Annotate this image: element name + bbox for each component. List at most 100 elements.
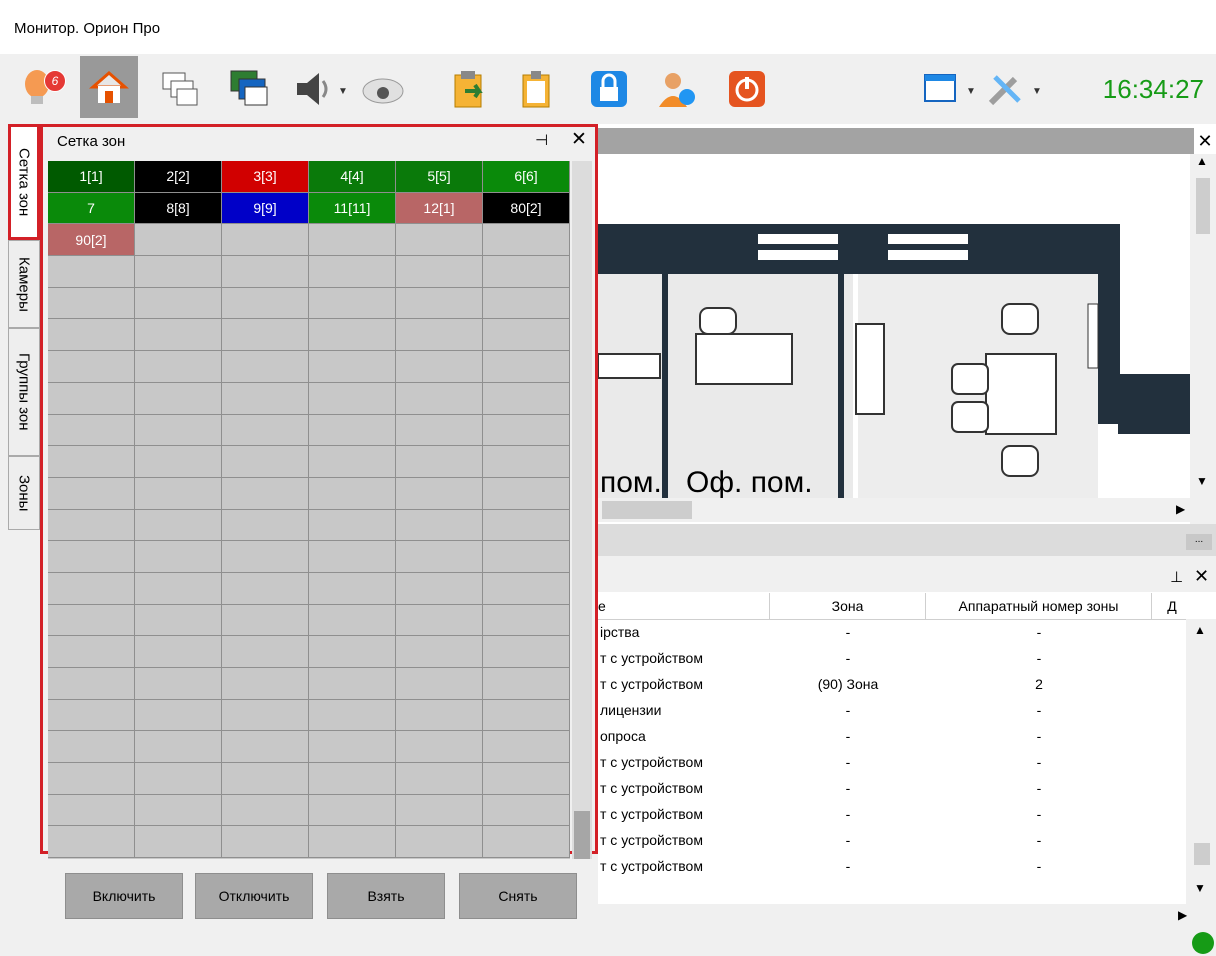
empty-zone-cell[interactable] (222, 699, 309, 732)
empty-zone-cell[interactable] (222, 287, 309, 320)
empty-zone-cell[interactable] (135, 541, 222, 573)
tab-zone-groups[interactable]: Группы зон (8, 328, 40, 456)
scrollbar-thumb[interactable] (1194, 843, 1210, 865)
tab-zone-grid[interactable]: Сетка зон (8, 124, 40, 240)
zone-cell[interactable]: 80[2] (483, 192, 570, 225)
close-icon[interactable]: ✕ (571, 128, 587, 151)
empty-zone-cell[interactable] (222, 541, 309, 573)
empty-zone-cell[interactable] (396, 256, 483, 288)
empty-zone-cell[interactable] (483, 636, 570, 668)
zone-cell[interactable]: 5[5] (396, 161, 483, 193)
empty-zone-cell[interactable] (483, 382, 570, 415)
empty-zone-cell[interactable] (48, 699, 135, 732)
empty-zone-cell[interactable] (396, 763, 483, 795)
zone-cell[interactable]: 8[8] (135, 192, 222, 225)
empty-zone-cell[interactable] (396, 794, 483, 827)
empty-zone-cell[interactable] (309, 794, 396, 827)
empty-zone-cell[interactable] (309, 414, 396, 447)
empty-zone-cell[interactable] (309, 319, 396, 352)
empty-zone-cell[interactable] (135, 319, 222, 352)
empty-zone-cell[interactable] (309, 731, 396, 764)
empty-zone-cell[interactable] (309, 287, 396, 320)
empty-zone-cell[interactable] (135, 477, 222, 510)
scrollbar-thumb[interactable] (602, 501, 692, 519)
empty-zone-cell[interactable] (135, 382, 222, 415)
disarm-button[interactable]: Снять (459, 873, 577, 919)
event-row[interactable]: т с устройством - - (598, 749, 1186, 775)
empty-zone-cell[interactable] (48, 509, 135, 542)
empty-zone-cell[interactable] (48, 541, 135, 573)
empty-zone-cell[interactable] (483, 699, 570, 732)
empty-zone-cell[interactable] (48, 287, 135, 320)
close-icon[interactable]: ✕ (1194, 128, 1216, 154)
more-button[interactable]: ... (1186, 534, 1212, 550)
column-event[interactable]: е (598, 593, 770, 619)
zone-cell[interactable]: 9[9] (222, 192, 309, 225)
tab-cameras[interactable]: Камеры (8, 240, 40, 328)
export-icon[interactable] (446, 66, 492, 112)
settings-dropdown-arrow[interactable]: ▼ (1032, 86, 1042, 97)
empty-zone-cell[interactable] (483, 351, 570, 383)
event-row[interactable]: лицензии - - (598, 697, 1186, 723)
empty-zone-cell[interactable] (483, 572, 570, 605)
empty-zone-cell[interactable] (483, 287, 570, 320)
empty-zone-cell[interactable] (48, 763, 135, 795)
event-row[interactable]: т с устройством - - (598, 853, 1186, 879)
empty-zone-cell[interactable] (396, 509, 483, 542)
empty-zone-cell[interactable] (309, 541, 396, 573)
empty-zone-cell[interactable] (309, 636, 396, 668)
empty-zone-cell[interactable] (48, 572, 135, 605)
empty-zone-cell[interactable] (483, 826, 570, 859)
empty-zone-cell[interactable] (222, 256, 309, 288)
empty-zone-cell[interactable] (135, 826, 222, 859)
event-row[interactable]: ірства - - (598, 619, 1186, 645)
empty-zone-cell[interactable] (396, 287, 483, 320)
empty-zone-cell[interactable] (396, 446, 483, 478)
sound-icon[interactable] (290, 66, 336, 112)
empty-zone-cell[interactable] (483, 224, 570, 257)
zone-cell[interactable]: 3[3] (222, 161, 309, 193)
event-row[interactable]: т с устройством - - (598, 827, 1186, 853)
empty-zone-cell[interactable] (48, 382, 135, 415)
empty-zone-cell[interactable] (222, 224, 309, 257)
empty-zone-cell[interactable] (222, 636, 309, 668)
windows-icon[interactable] (156, 66, 202, 112)
zone-cell[interactable]: 2[2] (135, 161, 222, 193)
zone-cell[interactable]: 4[4] (309, 161, 396, 193)
empty-zone-cell[interactable] (135, 256, 222, 288)
pin-icon[interactable]: ⊣ (535, 131, 548, 149)
empty-zone-cell[interactable] (48, 256, 135, 288)
layout-dropdown-arrow[interactable]: ▼ (966, 86, 976, 97)
empty-zone-cell[interactable] (396, 382, 483, 415)
empty-zone-cell[interactable] (396, 636, 483, 668)
empty-zone-cell[interactable] (309, 604, 396, 637)
empty-zone-cell[interactable] (222, 509, 309, 542)
empty-zone-cell[interactable] (48, 668, 135, 700)
empty-zone-cell[interactable] (396, 319, 483, 352)
pin-icon[interactable]: ⊥ (1170, 568, 1183, 586)
empty-zone-cell[interactable] (135, 636, 222, 668)
empty-zone-cell[interactable] (396, 414, 483, 447)
empty-zone-cell[interactable] (135, 699, 222, 732)
empty-zone-cell[interactable] (48, 731, 135, 764)
floor-plan[interactable]: пом. Оф. пом. (598, 154, 1190, 498)
scrollbar-thumb[interactable] (1196, 178, 1210, 234)
empty-zone-cell[interactable] (396, 351, 483, 383)
empty-zone-cell[interactable] (48, 794, 135, 827)
column-more[interactable]: Д (1152, 593, 1192, 619)
empty-zone-cell[interactable] (222, 446, 309, 478)
window-layout-icon[interactable] (918, 66, 964, 112)
empty-zone-cell[interactable] (483, 319, 570, 352)
zone-cell[interactable]: 7 (48, 192, 135, 225)
camera-icon[interactable] (360, 66, 406, 112)
empty-zone-cell[interactable] (483, 604, 570, 637)
empty-zone-cell[interactable] (135, 572, 222, 605)
empty-zone-cell[interactable] (483, 794, 570, 827)
scroll-right-icon[interactable]: ▶ (1176, 502, 1185, 516)
event-row[interactable]: т с устройством - - (598, 645, 1186, 671)
empty-zone-cell[interactable] (48, 826, 135, 859)
empty-zone-cell[interactable] (48, 604, 135, 637)
empty-zone-cell[interactable] (222, 572, 309, 605)
event-row[interactable]: опроса - - (598, 723, 1186, 749)
empty-zone-cell[interactable] (309, 699, 396, 732)
